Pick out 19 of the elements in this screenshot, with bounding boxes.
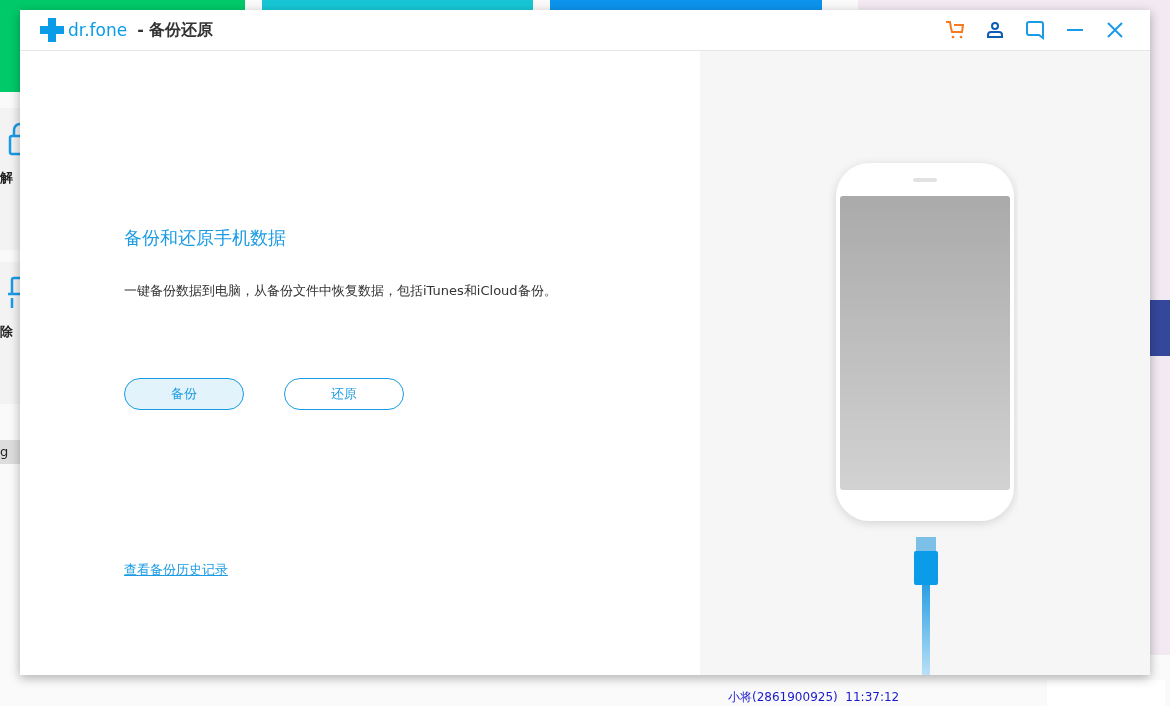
feature-title: 解: [0, 170, 14, 186]
window-title: - 备份还原: [137, 19, 214, 41]
cart-icon[interactable]: [945, 20, 965, 40]
app-logo: dr.fone: [68, 20, 128, 40]
section-heading: 备份和还原手机数据: [124, 226, 287, 250]
history-link[interactable]: 查看备份历史记录: [124, 561, 228, 579]
banner: [1150, 300, 1170, 356]
feature-title: 除: [0, 324, 14, 340]
action-button[interactable]: 备份: [124, 378, 244, 410]
user-icon[interactable]: [985, 20, 1005, 40]
action-button[interactable]: 还原: [284, 378, 404, 410]
brush-icon: [6, 276, 20, 310]
chat-line: 小将(2861900925) 11:37:12: [727, 690, 900, 704]
close-icon[interactable]: [1105, 20, 1125, 40]
description-text: 一键备份数据到电脑，从备份文件中恢复数据，包括iTunes和iCloud备份。: [124, 282, 558, 300]
lock-icon: [6, 122, 20, 156]
list-item: g: [0, 440, 20, 464]
plus-logo-icon: [40, 18, 64, 42]
chat-icon[interactable]: [1025, 20, 1045, 40]
